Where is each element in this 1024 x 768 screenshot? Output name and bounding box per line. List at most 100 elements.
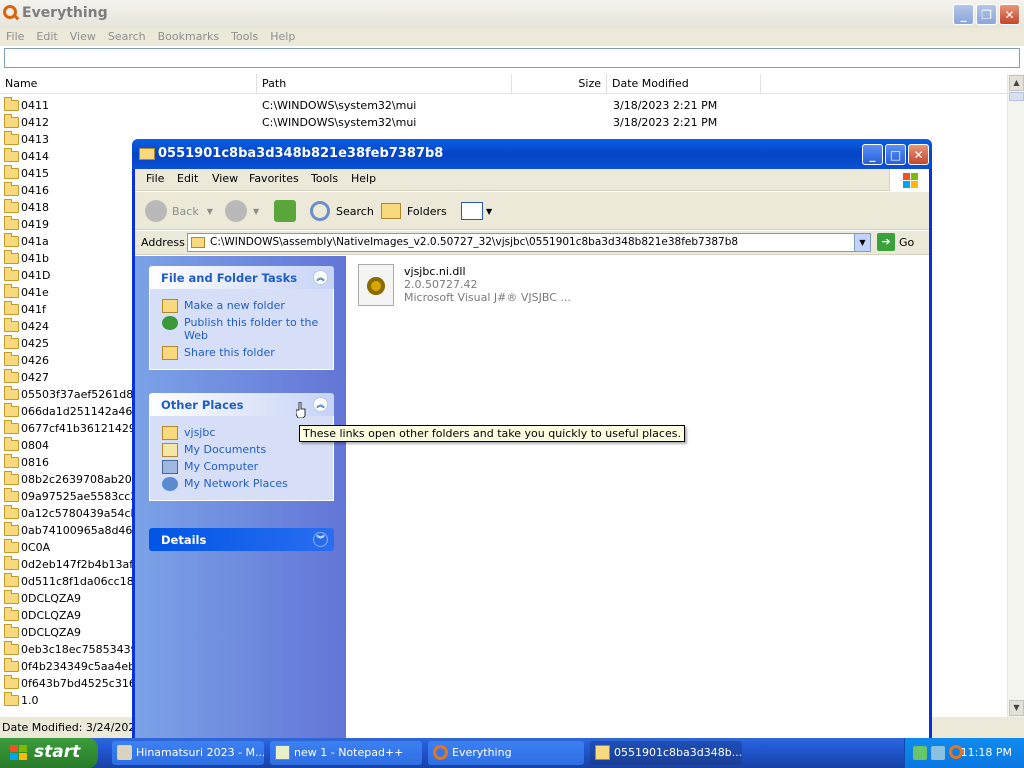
result-name: 041D: [21, 269, 51, 282]
address-dropdown-icon[interactable]: ▼: [854, 234, 870, 251]
restore-button[interactable]: ❐: [976, 4, 997, 25]
place-my-documents-link[interactable]: My Documents: [150, 443, 333, 457]
everything-search-input[interactable]: [4, 48, 1020, 68]
minimize-button[interactable]: _: [953, 4, 974, 25]
other-places-header[interactable]: Other Places ︽: [149, 393, 334, 416]
menu-bookmarks[interactable]: Bookmarks: [152, 28, 225, 46]
column-date-modified[interactable]: Date Modified: [607, 74, 761, 94]
folder-icon: [4, 641, 19, 655]
result-scrollbar[interactable]: ▲ ▼: [1007, 74, 1024, 717]
folder-icon: [4, 590, 19, 604]
result-row[interactable]: 0412 C:\WINDOWS\system32\mui 3/18/2023 2:2…: [0, 114, 1008, 131]
taskbar-item-explorer[interactable]: 0551901c8ba3d348b...: [590, 741, 742, 765]
folder-icon: [4, 386, 19, 400]
taskbar-item-notepad[interactable]: new 1 - Notepad++: [270, 741, 422, 765]
explorer-maximize-button[interactable]: □: [885, 144, 906, 165]
scroll-thumb[interactable]: [1009, 92, 1024, 101]
file-list-view: vjsjbc.ni.dll 2.0.50727.42 Microsoft Vis…: [346, 256, 929, 738]
menu-help[interactable]: Help: [264, 28, 301, 46]
column-size[interactable]: Size: [512, 74, 607, 94]
explorer-menu-help[interactable]: Help: [351, 172, 376, 185]
menu-view[interactable]: View: [64, 28, 102, 46]
address-input[interactable]: C:\WINDOWS\assembly\NativeImages_v2.0.50…: [187, 233, 871, 252]
scroll-up-arrow-icon[interactable]: ▲: [1009, 75, 1024, 91]
explorer-window-title: 0551901c8ba3d348b821e38feb7387b8: [158, 146, 444, 161]
make-new-folder-link[interactable]: Make a new folder: [150, 299, 333, 313]
result-path: C:\WINDOWS\system32\mui: [262, 116, 417, 129]
explorer-menu-favorites[interactable]: Favorites: [249, 172, 299, 185]
folder-icon: [4, 471, 19, 485]
folder-icon: [4, 250, 19, 264]
explorer-menu-view[interactable]: View: [212, 172, 238, 185]
share-folder-link[interactable]: Share this folder: [150, 346, 333, 360]
column-path[interactable]: Path: [257, 74, 512, 94]
everything-titlebar[interactable]: Everything _ ❐ ✕: [0, 0, 1024, 28]
place-my-computer-link[interactable]: My Computer: [150, 460, 333, 474]
file-folder-tasks-header[interactable]: File and Folder Tasks ︽: [149, 266, 334, 289]
explorer-menu-edit[interactable]: Edit: [177, 172, 198, 185]
safely-remove-tray-icon[interactable]: [931, 746, 945, 760]
explorer-titlebar[interactable]: 0551901c8ba3d348b821e38feb7387b8 _ □ ✕: [132, 139, 932, 169]
go-button[interactable]: ➔ Go: [877, 233, 914, 251]
file-version: 2.0.50727.42: [404, 278, 478, 291]
folders-button[interactable]: Folders: [381, 198, 447, 224]
result-name: 0804: [21, 439, 49, 452]
menu-edit[interactable]: Edit: [30, 28, 63, 46]
folder-icon: [4, 454, 19, 468]
folder-icon: [4, 131, 19, 145]
clock: 11:18 PM: [960, 746, 1012, 759]
result-name: 0d2eb147f2b4b13af11: [21, 558, 148, 571]
folder-icon: [4, 556, 19, 570]
folder-icon: [4, 658, 19, 672]
result-name: 05503f37aef5261d80c: [21, 388, 147, 401]
forward-button[interactable]: ▼: [225, 198, 259, 224]
my-computer-icon: [162, 460, 178, 474]
result-name: 0f4b234349c5aa4eb5e: [21, 660, 149, 673]
folder-icon: [4, 692, 19, 706]
result-name: 0411: [21, 99, 49, 112]
taskbar-item-everything[interactable]: Everything: [428, 741, 584, 765]
folder-icon: [4, 284, 19, 298]
search-button[interactable]: Search: [310, 198, 374, 224]
column-name[interactable]: Name: [0, 74, 257, 94]
network-tray-icon[interactable]: [913, 746, 927, 760]
folder-icon: [4, 607, 19, 621]
folders-icon: [381, 203, 401, 219]
views-button[interactable]: ▼: [461, 198, 492, 224]
menu-search[interactable]: Search: [102, 28, 152, 46]
file-description: Microsoft Visual J#® VJSJBC ...: [404, 291, 571, 304]
result-name: 041b: [21, 252, 49, 265]
result-name: 0413: [21, 133, 49, 146]
publish-folder-link[interactable]: Publish this folder to the Web: [150, 316, 333, 342]
menu-file[interactable]: File: [0, 28, 30, 46]
collapse-chevron-icon[interactable]: ︽: [313, 270, 328, 285]
result-name: 0414: [21, 150, 49, 163]
result-name: 066da1d251142a4689: [21, 405, 147, 418]
scroll-down-arrow-icon[interactable]: ▼: [1009, 700, 1024, 716]
explorer-menu-tools[interactable]: Tools: [311, 172, 338, 185]
result-name: 0427: [21, 371, 49, 384]
result-row[interactable]: 0411 C:\WINDOWS\system32\mui 3/18/2023 2:2…: [0, 97, 1008, 114]
everything-icon: [433, 745, 448, 760]
taskbar-item-hinamatsuri[interactable]: Hinamatsuri 2023 - M...: [112, 741, 264, 765]
everything-app-icon: [3, 5, 17, 19]
start-button[interactable]: start: [0, 738, 98, 768]
explorer-minimize-button[interactable]: _: [862, 144, 883, 165]
place-my-network-places-link[interactable]: My Network Places: [150, 477, 333, 491]
folder-icon: [4, 267, 19, 281]
menu-tools[interactable]: Tools: [225, 28, 264, 46]
collapse-chevron-icon[interactable]: ︽: [313, 397, 328, 412]
details-header[interactable]: Details ︾: [149, 528, 334, 551]
folder-icon: [4, 488, 19, 502]
back-button[interactable]: Back ▼: [145, 198, 213, 224]
explorer-menu-file[interactable]: File: [146, 172, 164, 185]
explorer-close-button[interactable]: ✕: [908, 144, 929, 165]
up-folder-button[interactable]: [274, 198, 296, 224]
close-button[interactable]: ✕: [999, 4, 1020, 25]
explorer-menubar: File Edit View Favorites Tools Help: [135, 169, 929, 191]
result-name: 0d511c8f1da06cc18f2: [21, 575, 145, 588]
result-name: 0816: [21, 456, 49, 469]
windows-logo-icon: [889, 169, 929, 191]
expand-chevron-icon[interactable]: ︾: [313, 532, 328, 547]
folder-icon: [4, 233, 19, 247]
